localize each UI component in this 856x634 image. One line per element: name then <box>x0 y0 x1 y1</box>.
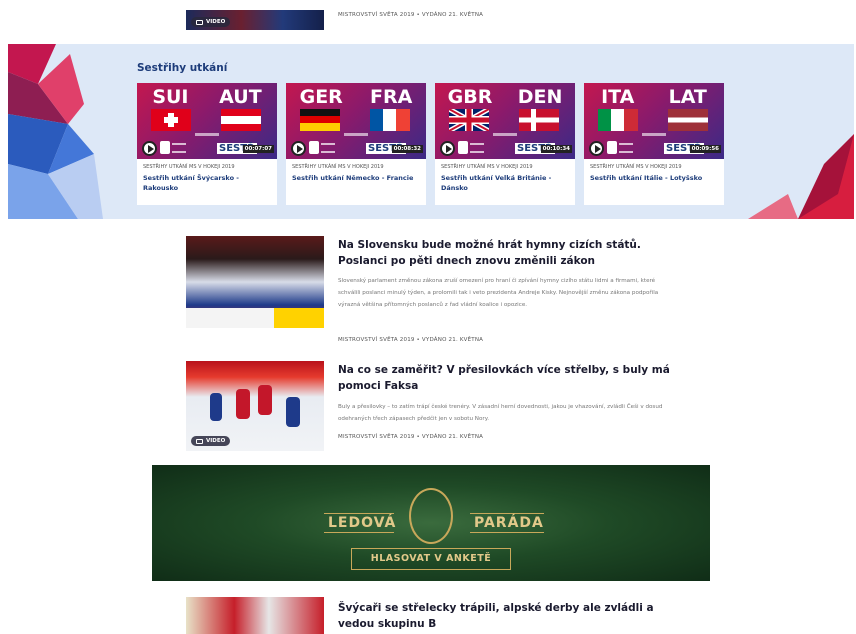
article-item: Na Slovensku bude možné hrát hymny cizíc… <box>186 236 676 346</box>
highlight-thumbnail[interactable]: ITA LAT SESTŘ 00:09:56 <box>584 83 724 159</box>
video-duration: 00:08:32 <box>391 145 423 153</box>
card-meta: SESTŘIHY UTKÁNÍ MS V HOKEJI 2019 <box>292 164 384 170</box>
video-duration: 00:10:34 <box>540 145 572 153</box>
card-meta: SESTŘIHY UTKÁNÍ MS V HOKEJI 2019 <box>441 164 533 170</box>
article-meta: MISTROVSTVÍ SVĚTA 2019 • VYDÁNO 21. KVĚT… <box>338 12 484 18</box>
video-badge: VIDEO <box>191 17 231 27</box>
away-team-code: LAT <box>668 86 707 108</box>
article-title-link[interactable]: Na co se zaměřit? V přesilovkách více st… <box>338 363 673 395</box>
highlight-thumbnail[interactable]: GBR DEN SESTŘ 00:10:34 <box>435 83 575 159</box>
card-meta: SESTŘIHY UTKÁNÍ MS V HOKEJI 2019 <box>590 164 682 170</box>
tournament-logo <box>458 141 468 154</box>
home-team-code: GER <box>299 86 343 108</box>
highlight-card[interactable]: GBR DEN SESTŘ 00:10:34 SESTŘIHY UTKÁNÍ MS… <box>435 83 575 205</box>
denmark-flag-icon <box>519 109 559 131</box>
france-flag-icon <box>370 109 410 131</box>
top-article[interactable]: VIDEO MISTROVSTVÍ SVĚTA 2019 • VYDÁNO 21… <box>186 0 706 30</box>
germany-flag-icon <box>300 109 340 131</box>
trophy-player-icon <box>409 488 453 544</box>
banner-word-right: PARÁDA <box>474 515 544 531</box>
play-icon[interactable] <box>291 141 306 156</box>
latvia-flag-icon <box>668 109 708 131</box>
play-icon[interactable] <box>440 141 455 156</box>
video-duration: 00:07:07 <box>242 145 274 153</box>
away-team-code: FRA <box>370 86 413 108</box>
highlight-thumbnail[interactable]: SUI AUT SESTŘ 00:07:07 <box>137 83 277 159</box>
card-title-link[interactable]: Sestřih utkání Německo - Francie <box>292 174 422 184</box>
banner-word-left: LEDOVÁ <box>328 515 397 531</box>
play-icon[interactable] <box>142 141 157 156</box>
article-title-link[interactable]: Na Slovensku bude možné hrát hymny cizíc… <box>338 238 673 270</box>
home-team-code: SUI <box>152 86 189 108</box>
video-duration: 00:09:56 <box>689 145 721 153</box>
card-title-link[interactable]: Sestřih utkání Itálie - Lotyšsko <box>590 174 720 184</box>
highlight-card[interactable]: ITA LAT SESTŘ 00:09:56 SESTŘIHY UTKÁNÍ MS… <box>584 83 724 205</box>
article-perex: Buly a přesilovky – to zatím trápí české… <box>338 404 663 423</box>
article-thumbnail[interactable] <box>186 236 324 328</box>
tournament-logo <box>309 141 319 154</box>
home-team-code: ITA <box>601 86 635 108</box>
video-badge: VIDEO <box>191 436 231 446</box>
article-title-link[interactable]: Švýcaři se střelecky trápili, alpské der… <box>338 601 673 633</box>
highlight-card[interactable]: GER FRA SESTŘ 00:08:32 SESTŘIHY UTKÁNÍ MS… <box>286 83 426 205</box>
tournament-logo <box>607 141 617 154</box>
camera-icon <box>196 19 203 25</box>
article-thumbnail[interactable] <box>186 597 324 634</box>
away-team-code: AUT <box>219 86 262 108</box>
highlights-title: Sestřihy utkání <box>137 62 228 74</box>
highlight-card[interactable]: SUI AUT SESTŘ 00:07:07 SESTŘIHY UTKÁNÍ MS… <box>137 83 277 205</box>
article-meta: MISTROVSTVÍ SVĚTA 2019 • VYDÁNO 21. KVĚT… <box>338 337 484 343</box>
article-meta: MISTROVSTVÍ SVĚTA 2019 • VYDÁNO 21. KVĚT… <box>338 434 484 440</box>
highlights-section: Sestřihy utkání SUI AUT SESTŘ 00:07:07 SE… <box>8 44 854 219</box>
card-title-link[interactable]: Sestřih utkání Švýcarsko - Rakousko <box>143 174 273 194</box>
camera-icon <box>196 438 203 444</box>
home-team-code: GBR <box>447 86 493 108</box>
italy-flag-icon <box>598 109 638 131</box>
play-icon[interactable] <box>589 141 604 156</box>
highlight-thumbnail[interactable]: GER FRA SESTŘ 00:08:32 <box>286 83 426 159</box>
article-perex: Slovenský parlament změnou zákona zruší … <box>338 278 659 309</box>
switzerland-flag-icon <box>151 109 191 131</box>
article-item: Švýcaři se střelecky trápili, alpské der… <box>186 597 676 634</box>
vote-banner[interactable]: LEDOVÁ PARÁDA HLASOVAT V ANKETĚ <box>152 465 710 581</box>
top-article-thumbnail[interactable]: VIDEO <box>186 10 324 30</box>
article-item: VIDEO Na co se zaměřit? V přesilovkách v… <box>186 361 676 453</box>
article-thumbnail[interactable]: VIDEO <box>186 361 324 451</box>
card-meta: SESTŘIHY UTKÁNÍ MS V HOKEJI 2019 <box>143 164 235 170</box>
away-team-code: DEN <box>517 86 563 108</box>
uk-flag-icon <box>449 109 489 131</box>
austria-flag-icon <box>221 109 261 131</box>
decorative-shards <box>8 44 854 219</box>
vote-button[interactable]: HLASOVAT V ANKETĚ <box>351 548 511 570</box>
tournament-logo <box>160 141 170 154</box>
card-title-link[interactable]: Sestřih utkání Velká Británie - Dánsko <box>441 174 571 194</box>
